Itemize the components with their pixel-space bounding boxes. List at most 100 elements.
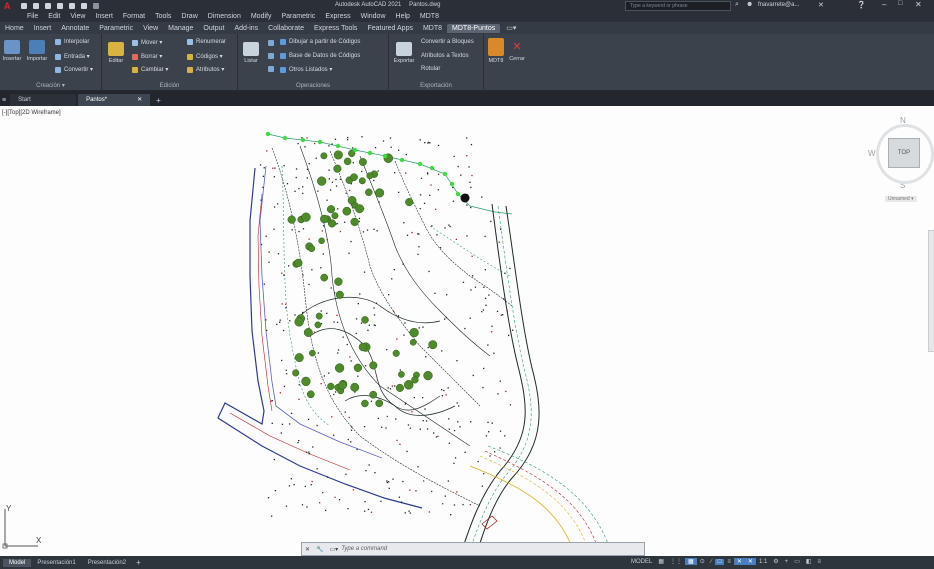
cerrar-button[interactable]: ✕ Cerrar (505, 38, 529, 62)
model-space-toggle[interactable]: MODEL (628, 559, 655, 565)
workspace-gear-icon[interactable]: ⚙ (770, 558, 781, 565)
close-button[interactable]: ✕ (915, 0, 922, 9)
tab-addins[interactable]: Add-ins (229, 24, 263, 33)
new-icon[interactable] (20, 2, 27, 9)
menu-format[interactable]: Format (118, 13, 150, 20)
layout-tab-model[interactable]: Model (3, 558, 32, 567)
open-icon[interactable] (32, 2, 39, 9)
tab-home[interactable]: Home (0, 24, 29, 33)
layout-tab-presentacion2[interactable]: Presentación2 (82, 559, 132, 567)
search-box[interactable]: Type a keyword or phrase (625, 1, 731, 11)
maximize-button[interactable]: □ (898, 0, 902, 7)
command-input[interactable]: Type a command (341, 546, 387, 552)
menu-express[interactable]: Express (320, 13, 355, 20)
tab-manage[interactable]: Manage (163, 24, 198, 33)
snap-icon[interactable]: ⋮⋮ (667, 558, 685, 565)
importar-button[interactable]: Importar (25, 40, 49, 62)
saveas-icon[interactable] (56, 2, 63, 9)
menu-dimension[interactable]: Dimension (203, 13, 246, 20)
user-icon[interactable]: ☻ (746, 1, 753, 8)
listar-button[interactable]: Listar (239, 42, 263, 64)
convertir-button[interactable]: Convertir ▾ (55, 66, 93, 73)
isolate-icon[interactable]: ◧ (803, 558, 815, 565)
borrar-button[interactable]: Borrar ▾ (132, 53, 162, 60)
viewcube-top-face[interactable]: TOP (888, 138, 920, 168)
tab-view[interactable]: View (138, 24, 163, 33)
cambiar-button[interactable]: Cambiar ▾ (132, 66, 168, 73)
interpolar-button[interactable]: Interpolar (55, 39, 89, 45)
base-datos-button[interactable]: Base de Datos de Códigos (280, 53, 360, 59)
exchange-icon[interactable]: ✕ (818, 1, 824, 9)
renumerar-button[interactable]: Renumerar (187, 39, 226, 45)
wcs-dropdown[interactable]: Unnamed ▾ (885, 196, 917, 202)
viewcube[interactable]: N W S TOP Unnamed ▾ (868, 116, 934, 206)
ribbon-options-icon[interactable]: ▭▾ (506, 24, 516, 32)
menu-draw[interactable]: Draw (176, 13, 202, 20)
menu-tools[interactable]: Tools (150, 13, 176, 20)
tab-insert[interactable]: Insert (29, 24, 57, 33)
rotular-button[interactable]: Rotular (421, 66, 440, 72)
menu-view[interactable]: View (65, 13, 90, 20)
annotation-scale[interactable]: 1:1 (756, 559, 770, 565)
tab-parametric[interactable]: Parametric (94, 24, 138, 33)
save-icon[interactable] (44, 2, 51, 9)
menu-edit[interactable]: Edit (43, 13, 65, 20)
mover-button[interactable]: Mover ▾ (132, 39, 162, 46)
menu-modify[interactable]: Modify (246, 13, 277, 20)
tab-mdt8[interactable]: MDT8 (418, 24, 447, 33)
viewcube-west[interactable]: W (868, 149, 876, 158)
customize-icon[interactable]: ≡ (815, 559, 825, 565)
command-line[interactable]: ✕ 🔧 ▭▾ Type a command (301, 542, 645, 556)
app-logo[interactable]: A (0, 1, 15, 11)
add-layout-icon[interactable]: + (132, 558, 145, 567)
new-tab-icon[interactable]: + (152, 96, 165, 106)
editar-button[interactable]: Editar (104, 42, 128, 64)
exportar-button[interactable]: Exportar (392, 42, 416, 64)
codigos-button[interactable]: Códigos ▾ (187, 53, 223, 60)
convertir-bloques-button[interactable]: Convertir a Bloques (421, 39, 474, 45)
tab-mdt8-puntos[interactable]: MDT8-Puntos (447, 23, 501, 33)
atributos-textos-button[interactable]: Atributos a Textos (421, 53, 469, 59)
add-icon[interactable]: + (782, 559, 792, 565)
cmd-close-icon[interactable]: ✕ (302, 546, 313, 553)
search-icon[interactable]: ⌕ (735, 1, 739, 9)
insertar-button[interactable]: Insertar (0, 40, 24, 62)
navigation-bar[interactable] (928, 230, 934, 352)
grid-icon[interactable]: ▦ (655, 558, 667, 565)
redo-icon[interactable] (92, 2, 99, 9)
menu-parametric[interactable]: Parametric (276, 13, 320, 20)
app-menu-icon[interactable]: ≡ (0, 97, 10, 106)
ortho-icon[interactable]: ▦ (685, 558, 697, 565)
tool-a-icon[interactable] (268, 40, 274, 46)
tool-b-icon[interactable] (268, 53, 274, 59)
tab-output[interactable]: Output (198, 24, 229, 33)
layout-tab-presentacion1[interactable]: Presentación1 (31, 559, 81, 567)
osnap-icon[interactable]: □ (714, 558, 725, 565)
user-name[interactable]: fnavarrete@a... (758, 2, 799, 8)
dibujar-codigos-button[interactable]: Dibujar a partir de Códigos (280, 39, 360, 45)
drawing-canvas[interactable]: [-][Top][2D Wireframe] N W S TOP Unnamed… (0, 106, 934, 556)
menu-help[interactable]: Help (391, 13, 415, 20)
cmd-settings-icon[interactable]: 🔧 (313, 546, 326, 553)
menu-window[interactable]: Window (356, 13, 391, 20)
isodraft-icon[interactable]: ∕ (708, 559, 715, 565)
help-icon[interactable]: ❔ (857, 1, 866, 9)
minimize-button[interactable]: – (882, 0, 886, 9)
undo-icon[interactable] (80, 2, 87, 9)
units-icon[interactable]: ▭ (791, 558, 803, 565)
atributos-button[interactable]: Atributos ▾ (187, 66, 224, 73)
tab-annotate[interactable]: Annotate (56, 24, 94, 33)
menu-file[interactable]: File (22, 13, 43, 20)
visibility-icon[interactable]: ✕ (744, 558, 756, 565)
tab-featured-apps[interactable]: Featured Apps (362, 24, 418, 33)
doc-tab-pantos[interactable]: Pantos* ✕ (78, 94, 151, 106)
tab-collaborate[interactable]: Collaborate (263, 24, 309, 33)
panel-title-creacion[interactable]: Creación ▾ (0, 82, 101, 89)
doc-tab-start[interactable]: Start (10, 94, 77, 106)
lineweight-icon[interactable]: ≡ (724, 559, 734, 565)
print-icon[interactable] (68, 2, 75, 9)
close-tab-icon[interactable]: ✕ (137, 94, 142, 106)
entrada-button[interactable]: Entrada ▾ (55, 53, 90, 60)
polar-icon[interactable]: ⊙ (697, 558, 708, 565)
otros-listados-button[interactable]: Otros Listados ▾ (280, 66, 332, 73)
